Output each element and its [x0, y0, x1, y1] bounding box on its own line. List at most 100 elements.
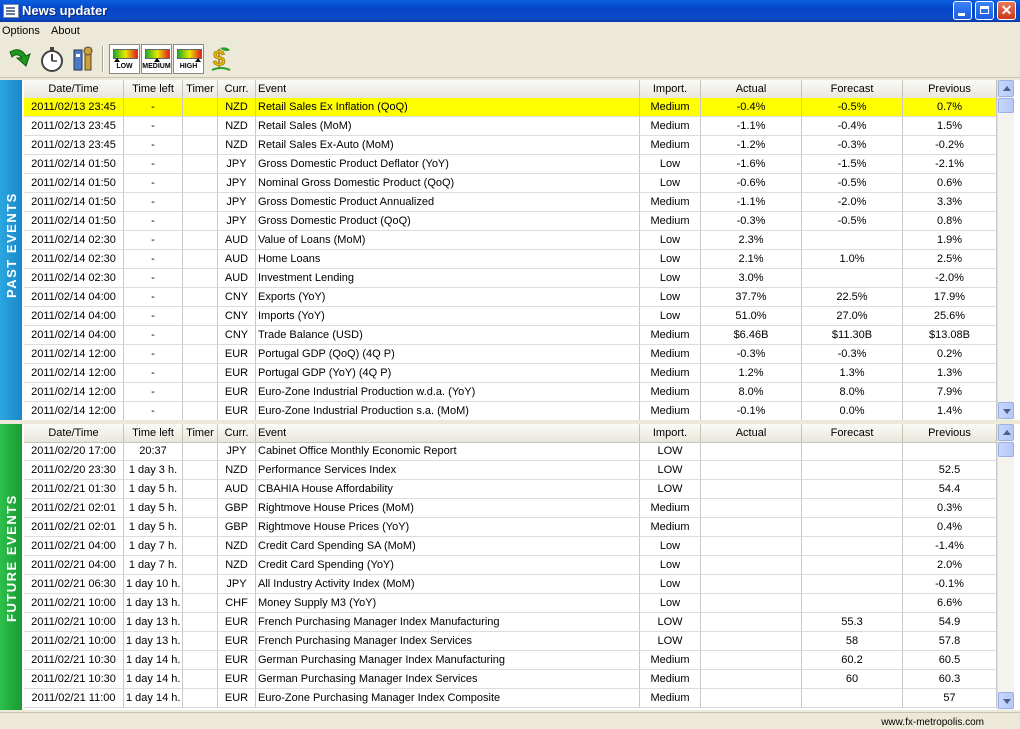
column-header-previous[interactable]: Previous [903, 80, 997, 98]
table-row[interactable]: 2011/02/14 02:30- AUD Value of Loans (MoM)… [24, 231, 997, 250]
title-bar[interactable]: News updater ✕ [0, 0, 1020, 22]
cell-actual: -1.1% [701, 193, 802, 212]
cell-event: Value of Loans (MoM) [256, 231, 640, 250]
table-row[interactable]: 2011/02/21 02:01 1 day 5 h. GBP Rightmove H… [24, 518, 997, 537]
table-row[interactable]: 2011/02/13 23:45- NZD Retail Sales Ex-Auto… [24, 136, 997, 155]
table-row[interactable]: 2011/02/14 12:00- EUR Portugal GDP (YoY) (… [24, 364, 997, 383]
cell-date-time: 2011/02/14 04:00 [24, 288, 124, 307]
column-header-currency[interactable]: Curr. [218, 424, 256, 442]
menu-about[interactable]: About [51, 25, 80, 37]
past-scrollbar[interactable] [997, 80, 1014, 420]
table-row[interactable]: 2011/02/21 10:00 1 day 13 h. EUR French Pur… [24, 613, 997, 632]
cell-importance: Medium [640, 670, 701, 689]
past-events-tab: PAST EVENTS [0, 80, 22, 420]
cell-date-time: 2011/02/14 01:50 [24, 174, 124, 193]
cell-time-left: 1 day 7 h. [124, 537, 183, 556]
future-events-tab: FUTURE EVENTS [0, 424, 22, 710]
column-header-event[interactable]: Event [256, 80, 640, 98]
scroll-thumb[interactable] [998, 98, 1014, 113]
scroll-down-button[interactable] [998, 402, 1014, 419]
table-row[interactable]: 2011/02/13 23:45- NZD Retail Sales Ex Infl… [24, 98, 997, 117]
cell-previous: 0.4% [903, 518, 997, 537]
cell-actual [701, 518, 802, 537]
column-header-time-left[interactable]: Time left [124, 424, 183, 442]
cell-time-left: - [124, 155, 183, 174]
cell-forecast: 60 [802, 670, 903, 689]
cell-event: Performance Services Index [256, 461, 640, 480]
table-row[interactable]: 2011/02/21 02:01 1 day 5 h. GBP Rightmove H… [24, 499, 997, 518]
cell-importance: Low [640, 594, 701, 613]
table-row[interactable]: 2011/02/20 23:30 1 day 3 h. NZD Performance… [24, 461, 997, 480]
column-header-event[interactable]: Event [256, 424, 640, 442]
cell-time-left: - [124, 231, 183, 250]
table-row[interactable]: 2011/02/21 04:00 1 day 7 h. NZD Credit Card… [24, 556, 997, 575]
table-row[interactable]: 2011/02/14 04:00- CNY Exports (YoY) Low 37.7… [24, 288, 997, 307]
table-row[interactable]: 2011/02/14 12:00- EUR Euro-Zone Industrial… [24, 402, 997, 420]
settings-button[interactable] [69, 44, 99, 74]
currency-button[interactable]: $ [206, 44, 236, 74]
table-row[interactable]: 2011/02/21 06:30 1 day 10 h. JPY All Indust… [24, 575, 997, 594]
table-row[interactable]: 2011/02/21 10:00 1 day 13 h. CHF Money Supp… [24, 594, 997, 613]
cell-forecast: 55.3 [802, 613, 903, 632]
cell-forecast: 27.0% [802, 307, 903, 326]
close-button[interactable]: ✕ [997, 1, 1016, 20]
table-row[interactable]: 2011/02/13 23:45- NZD Retail Sales (MoM) Me… [24, 117, 997, 136]
column-header-importance[interactable]: Import. [640, 80, 701, 98]
cell-actual [701, 670, 802, 689]
table-row[interactable]: 2011/02/14 04:00- CNY Trade Balance (USD) M… [24, 326, 997, 345]
minimize-button[interactable] [953, 1, 972, 20]
table-row[interactable]: 2011/02/14 04:00- CNY Imports (YoY) Low 51.0… [24, 307, 997, 326]
cell-importance: LOW [640, 461, 701, 480]
column-header-actual[interactable]: Actual [701, 424, 802, 442]
importance-medium-button[interactable]: MEDIUM [141, 44, 172, 74]
importance-low-button[interactable]: LOW [109, 44, 140, 74]
table-row[interactable]: 2011/02/14 12:00- EUR Portugal GDP (QoQ) (… [24, 345, 997, 364]
column-header-forecast[interactable]: Forecast [802, 424, 903, 442]
cell-currency: EUR [218, 651, 256, 670]
timer-button[interactable] [37, 44, 67, 74]
column-header-forecast[interactable]: Forecast [802, 80, 903, 98]
table-row[interactable]: 2011/02/14 01:50- JPY Nominal Gross Domest… [24, 174, 997, 193]
importance-high-button[interactable]: HIGH [173, 44, 204, 74]
menu-options[interactable]: Options [2, 25, 40, 37]
cell-timer [183, 326, 218, 345]
column-header-previous[interactable]: Previous [903, 424, 997, 442]
table-row[interactable]: 2011/02/21 10:00 1 day 13 h. EUR French Pur… [24, 632, 997, 651]
cell-forecast: 1.3% [802, 364, 903, 383]
cell-forecast [802, 231, 903, 250]
table-row[interactable]: 2011/02/14 02:30- AUD Investment Lending Lo… [24, 269, 997, 288]
column-header-actual[interactable]: Actual [701, 80, 802, 98]
column-header-date-time[interactable]: Date/Time [24, 80, 124, 98]
scroll-down-button[interactable] [998, 692, 1014, 709]
cell-date-time: 2011/02/14 04:00 [24, 326, 124, 345]
scroll-thumb[interactable] [998, 442, 1014, 457]
column-header-timer[interactable]: Timer [183, 80, 218, 98]
table-row[interactable]: 2011/02/14 01:50- JPY Gross Domestic Produ… [24, 193, 997, 212]
refresh-button[interactable] [4, 44, 34, 74]
cell-timer [183, 632, 218, 651]
table-row[interactable]: 2011/02/21 10:30 1 day 14 h. EUR German Pur… [24, 670, 997, 689]
table-row[interactable]: 2011/02/14 01:50- JPY Gross Domestic Produ… [24, 155, 997, 174]
column-header-time-left[interactable]: Time left [124, 80, 183, 98]
cell-actual: 37.7% [701, 288, 802, 307]
cell-previous: 0.8% [903, 212, 997, 231]
column-header-importance[interactable]: Import. [640, 424, 701, 442]
table-row[interactable]: 2011/02/20 17:00 20:37 JPY Cabinet Office M… [24, 442, 997, 461]
table-row[interactable]: 2011/02/14 02:30- AUD Home Loans Low 2.1% 1.0… [24, 250, 997, 269]
future-scrollbar[interactable] [997, 424, 1014, 710]
cell-previous: 0.2% [903, 345, 997, 364]
column-header-timer[interactable]: Timer [183, 424, 218, 442]
scroll-up-button[interactable] [998, 80, 1014, 97]
table-row[interactable]: 2011/02/14 01:50- JPY Gross Domestic Produ… [24, 212, 997, 231]
cell-previous: -2.0% [903, 269, 997, 288]
table-row[interactable]: 2011/02/21 04:00 1 day 7 h. NZD Credit Card… [24, 537, 997, 556]
table-row[interactable]: 2011/02/21 01:30 1 day 5 h. AUD CBAHIA Hous… [24, 480, 997, 499]
scroll-up-button[interactable] [998, 424, 1014, 441]
maximize-button[interactable] [975, 1, 994, 20]
column-header-currency[interactable]: Curr. [218, 80, 256, 98]
table-row[interactable]: 2011/02/14 12:00- EUR Euro-Zone Industrial… [24, 383, 997, 402]
table-row[interactable]: 2011/02/21 10:30 1 day 14 h. EUR German Pur… [24, 651, 997, 670]
column-header-date-time[interactable]: Date/Time [24, 424, 124, 442]
table-row[interactable]: 2011/02/21 11:00 1 day 14 h. EUR Euro-Zone … [24, 689, 997, 708]
cell-timer [183, 250, 218, 269]
